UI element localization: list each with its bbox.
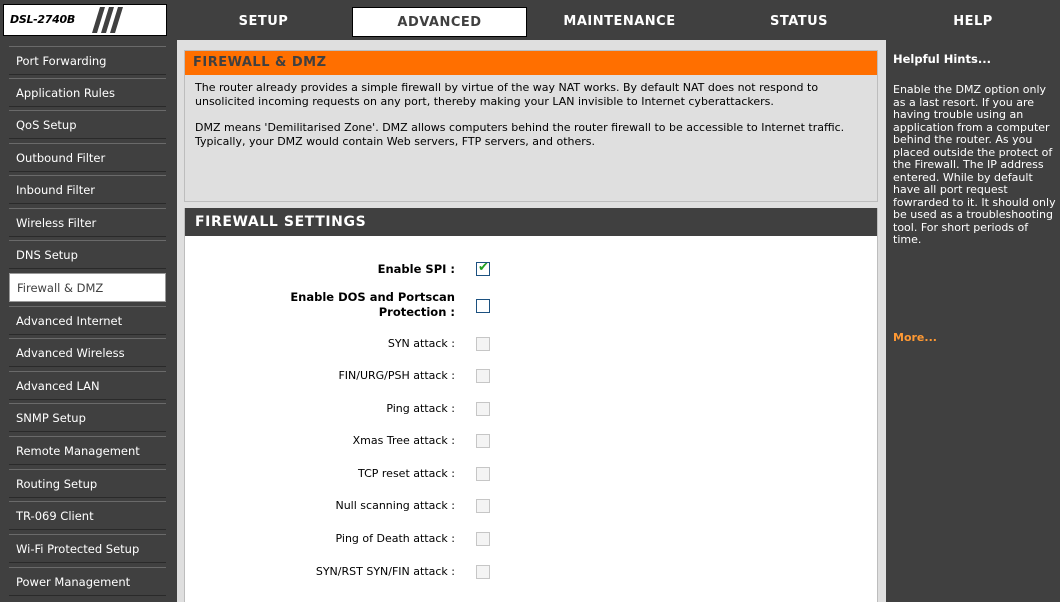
main-content: FIREWALL & DMZ The router already provid… <box>177 40 886 602</box>
setting-row-tcp-reset: TCP reset attack : <box>185 463 879 487</box>
setting-row-syn-attack: SYN attack : <box>185 333 879 357</box>
tab-status[interactable]: STATUS <box>712 7 886 37</box>
setting-row-ping-of-death: Ping of Death attack : <box>185 528 879 552</box>
logo-slashes-icon <box>92 7 123 33</box>
setting-row-xmas-tree: Xmas Tree attack : <box>185 430 879 454</box>
sidebar-item-application-rules[interactable]: Application Rules <box>9 78 166 107</box>
help-title: Helpful Hints... <box>893 52 991 66</box>
setting-label: Ping of Death attack : <box>335 532 456 545</box>
sidebar-item-inbound-filter[interactable]: Inbound Filter <box>9 175 166 204</box>
enable-spi-checkbox[interactable]: ✔ <box>476 260 490 276</box>
setting-label: Ping attack : <box>386 402 455 415</box>
more-link[interactable]: More... <box>893 331 937 344</box>
sidebar-item-remote-management[interactable]: Remote Management <box>9 436 166 465</box>
setting-row-enable-spi: Enable SPI : ✔ <box>185 258 879 282</box>
intro-paragraph: The router already provides a simple fir… <box>195 81 819 108</box>
tcp-reset-attack-checkbox[interactable] <box>476 467 490 481</box>
sidebar-item-snmp-setup[interactable]: SNMP Setup <box>9 403 166 432</box>
top-navigation-bar: DSL-2740B SETUP ADVANCED MAINTENANCE STA… <box>0 0 1060 40</box>
setting-row-ping-attack: Ping attack : <box>185 398 879 422</box>
null-scanning-attack-checkbox[interactable] <box>476 499 490 513</box>
sidebar-item-routing-setup[interactable]: Routing Setup <box>9 469 166 498</box>
help-panel: Helpful Hints... Enable the DMZ option o… <box>886 40 1060 602</box>
fin-urg-psh-attack-checkbox[interactable] <box>476 369 490 383</box>
sidebar-item-advanced-lan[interactable]: Advanced LAN <box>9 371 166 400</box>
enable-dos-checkbox[interactable] <box>476 299 490 313</box>
syn-rst-syn-fin-attack-checkbox[interactable] <box>476 565 490 579</box>
sidebar-item-dns-setup[interactable]: DNS Setup <box>9 240 166 269</box>
sidebar-item-wifi-protected-setup[interactable]: Wi-Fi Protected Setup <box>9 534 166 563</box>
setting-label: Xmas Tree attack : <box>352 434 455 447</box>
ping-attack-checkbox[interactable] <box>476 402 490 416</box>
dlink-logo: DSL-2740B <box>3 4 167 36</box>
sidebar-item-advanced-wireless[interactable]: Advanced Wireless <box>9 338 166 367</box>
tab-help[interactable]: HELP <box>886 7 1060 37</box>
setting-label: Enable DOS and Portscan <box>290 290 455 304</box>
setting-row-syn-rst-syn-fin: SYN/RST SYN/FIN attack : <box>185 561 879 585</box>
sidebar: Port Forwarding Application Rules QoS Se… <box>0 40 177 602</box>
help-text: Enable the DMZ option only as a last res… <box>893 83 1056 246</box>
setting-row-fin-urg-psh: FIN/URG/PSH attack : <box>185 365 879 389</box>
checkmark-icon: ✔ <box>478 260 489 275</box>
tab-maintenance[interactable]: MAINTENANCE <box>529 7 710 37</box>
syn-attack-checkbox[interactable] <box>476 337 490 351</box>
setting-label: SYN attack : <box>387 337 455 350</box>
sidebar-item-outbound-filter[interactable]: Outbound Filter <box>9 143 166 172</box>
sidebar-item-power-management[interactable]: Power Management <box>9 567 166 596</box>
xmas-tree-attack-checkbox[interactable] <box>476 434 490 448</box>
setting-label: Null scanning attack : <box>335 499 455 512</box>
dmz-paragraph: DMZ means 'Demilitarised Zone'. DMZ allo… <box>195 121 845 148</box>
tab-setup[interactable]: SETUP <box>177 7 350 37</box>
setting-label-line2: Protection : <box>378 305 455 319</box>
firewall-dmz-section: FIREWALL & DMZ The router already provid… <box>184 50 878 202</box>
sidebar-item-wireless-filter[interactable]: Wireless Filter <box>9 208 166 237</box>
model-name: DSL-2740B <box>10 13 75 26</box>
setting-row-null-scanning: Null scanning attack : <box>185 495 879 519</box>
section-title: FIREWALL & DMZ <box>185 51 877 75</box>
firewall-settings-section: FIREWALL SETTINGS Enable SPI : ✔ Enable … <box>184 208 878 602</box>
tab-advanced[interactable]: ADVANCED <box>352 7 527 37</box>
section-title: FIREWALL SETTINGS <box>185 208 877 236</box>
sidebar-item-firewall-dmz[interactable]: Firewall & DMZ <box>9 273 166 302</box>
sidebar-item-qos-setup[interactable]: QoS Setup <box>9 110 166 139</box>
setting-label: FIN/URG/PSH attack : <box>338 369 455 382</box>
setting-label: TCP reset attack : <box>358 467 455 480</box>
sidebar-item-port-forwarding[interactable]: Port Forwarding <box>9 46 166 75</box>
ping-of-death-attack-checkbox[interactable] <box>476 532 490 546</box>
sidebar-item-tr069-client[interactable]: TR-069 Client <box>9 501 166 530</box>
setting-label: Enable SPI : <box>377 262 455 276</box>
setting-row-enable-dos: Enable DOS and Portscan Protection : <box>185 289 879 323</box>
sidebar-item-advanced-internet[interactable]: Advanced Internet <box>9 306 166 335</box>
setting-label: SYN/RST SYN/FIN attack : <box>315 565 455 578</box>
